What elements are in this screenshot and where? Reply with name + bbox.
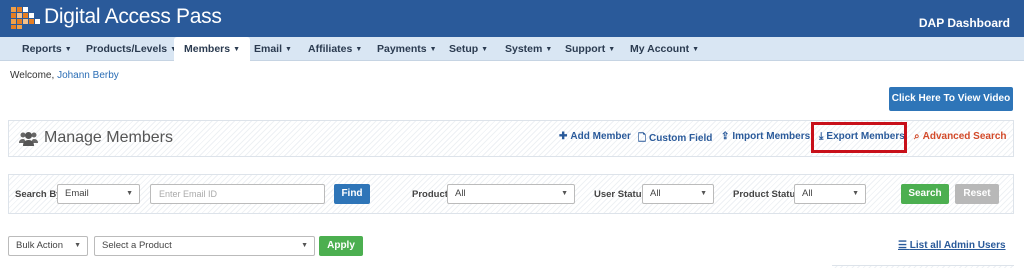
reset-button[interactable]: Reset bbox=[955, 184, 999, 204]
export-highlight-box bbox=[811, 122, 907, 153]
dropdown-arrow-icon: ▼ bbox=[852, 190, 859, 197]
nav-setup[interactable]: Setup ▼ bbox=[449, 37, 488, 61]
nav-affiliates-label: Affiliates bbox=[308, 43, 353, 55]
chevron-down-icon: ▼ bbox=[608, 46, 616, 53]
product-value: All bbox=[455, 188, 466, 199]
select-product-dropdown[interactable]: Select a Product ▼ bbox=[94, 236, 315, 256]
dropdown-arrow-icon: ▼ bbox=[74, 242, 81, 249]
chevron-down-icon: ▼ bbox=[545, 46, 553, 53]
chevron-down-icon: ▼ bbox=[285, 46, 292, 53]
nav-reports-label: Reports bbox=[22, 43, 62, 55]
product-status-select[interactable]: All ▼ bbox=[794, 184, 866, 204]
select-product-value: Select a Product bbox=[102, 240, 172, 251]
users-icon bbox=[19, 132, 38, 146]
product-status-value: All bbox=[802, 188, 813, 199]
product-status-label: Product Status bbox=[733, 189, 801, 200]
chevron-down-icon: ▼ bbox=[429, 46, 437, 53]
custom-field-label: Custom Field bbox=[649, 133, 713, 144]
nav-products-levels[interactable]: Products/Levels▼ bbox=[86, 37, 177, 61]
product-select[interactable]: All ▼ bbox=[447, 184, 575, 204]
user-status-value: All bbox=[650, 188, 661, 199]
list-admin-users-link[interactable]: ☰ List all Admin Users bbox=[898, 240, 1006, 251]
plus-icon: ✚ bbox=[559, 131, 568, 142]
view-video-button[interactable]: Click Here To View Video bbox=[889, 87, 1013, 111]
dropdown-arrow-icon: ▼ bbox=[126, 190, 133, 197]
dap-logo-icon bbox=[11, 7, 40, 29]
bulk-action-select[interactable]: Bulk Action ▼ bbox=[8, 236, 88, 256]
nav-setup-label: Setup bbox=[449, 43, 479, 55]
dropdown-arrow-icon: ▼ bbox=[561, 190, 568, 197]
nav-members-label: Members bbox=[184, 43, 231, 55]
nav-payments[interactable]: Payments ▼ bbox=[377, 37, 437, 61]
welcome-user-link[interactable]: Johann Berby bbox=[57, 70, 119, 81]
search-button[interactable]: Search bbox=[901, 184, 949, 204]
dashboard-title: DAP Dashboard bbox=[918, 16, 1010, 30]
product-label: Product bbox=[412, 189, 448, 200]
user-status-label: User Status bbox=[594, 189, 647, 200]
dropdown-arrow-icon: ▼ bbox=[301, 242, 308, 249]
nav-system[interactable]: System ▼ bbox=[505, 37, 552, 61]
nav-members[interactable]: Members ▼ bbox=[174, 37, 251, 62]
list-icon: ☰ bbox=[898, 240, 910, 251]
list-admin-users-label: List all Admin Users bbox=[909, 240, 1006, 251]
upload-icon: ⇪ bbox=[721, 131, 730, 142]
user-status-select[interactable]: All ▼ bbox=[642, 184, 714, 204]
chevron-down-icon: ▼ bbox=[692, 46, 700, 53]
bulk-action-value: Bulk Action bbox=[16, 240, 63, 251]
apply-button[interactable]: Apply bbox=[319, 236, 363, 256]
search-icon: ⌕ bbox=[914, 131, 920, 142]
nav-reports[interactable]: Reports ▼ bbox=[22, 37, 72, 61]
nav-system-label: System bbox=[505, 43, 543, 55]
chevron-down-icon: ▼ bbox=[355, 46, 363, 53]
chevron-down-icon: ▼ bbox=[64, 46, 72, 53]
add-member-label: Add Member bbox=[570, 131, 631, 142]
dropdown-arrow-icon: ▼ bbox=[700, 190, 707, 197]
search-by-label: Search By bbox=[15, 189, 62, 200]
main-nav: Reports▼ Products/Levels▼ Members▼ Email… bbox=[0, 37, 1024, 62]
nav-email-label: Email bbox=[254, 43, 283, 55]
search-by-select[interactable]: Email ▼ bbox=[57, 184, 140, 204]
nav-email[interactable]: Email ▼ bbox=[254, 37, 292, 61]
nav-products-levels-label: Products/Levels bbox=[86, 43, 168, 55]
chevron-down-icon: ▼ bbox=[233, 46, 241, 53]
import-members-link[interactable]: ⇪ Import Members bbox=[721, 131, 810, 142]
welcome-prefix: Welcome, bbox=[10, 70, 55, 81]
nav-support-label: Support bbox=[565, 43, 606, 55]
search-by-value: Email bbox=[65, 188, 89, 199]
chevron-down-icon: ▼ bbox=[481, 46, 489, 53]
nav-my-account[interactable]: My Account ▼ bbox=[630, 37, 699, 61]
custom-field-link[interactable]: 🗋 Custom Field bbox=[638, 131, 712, 148]
email-search-input[interactable]: Enter Email ID bbox=[150, 184, 325, 204]
app-logo-text[interactable]: Digital Access Pass bbox=[44, 5, 222, 29]
advanced-search-link[interactable]: ⌕ Advanced Search bbox=[914, 131, 1007, 142]
page-title: Manage Members bbox=[44, 129, 173, 146]
import-members-label: Import Members bbox=[732, 131, 811, 142]
advanced-search-label: Advanced Search bbox=[922, 131, 1007, 142]
app-header: Digital Access Pass DAP Dashboard bbox=[0, 0, 1024, 37]
nav-affiliates[interactable]: Affiliates ▼ bbox=[308, 37, 362, 61]
add-member-link[interactable]: ✚ Add Member bbox=[559, 131, 631, 142]
nav-support[interactable]: Support ▼ bbox=[565, 37, 615, 61]
document-icon: 🗋 bbox=[638, 133, 647, 144]
nav-payments-label: Payments bbox=[377, 43, 427, 55]
nav-my-account-label: My Account bbox=[630, 43, 690, 55]
welcome-message: Welcome, Johann Berby bbox=[10, 70, 119, 81]
find-button[interactable]: Find bbox=[334, 184, 370, 204]
